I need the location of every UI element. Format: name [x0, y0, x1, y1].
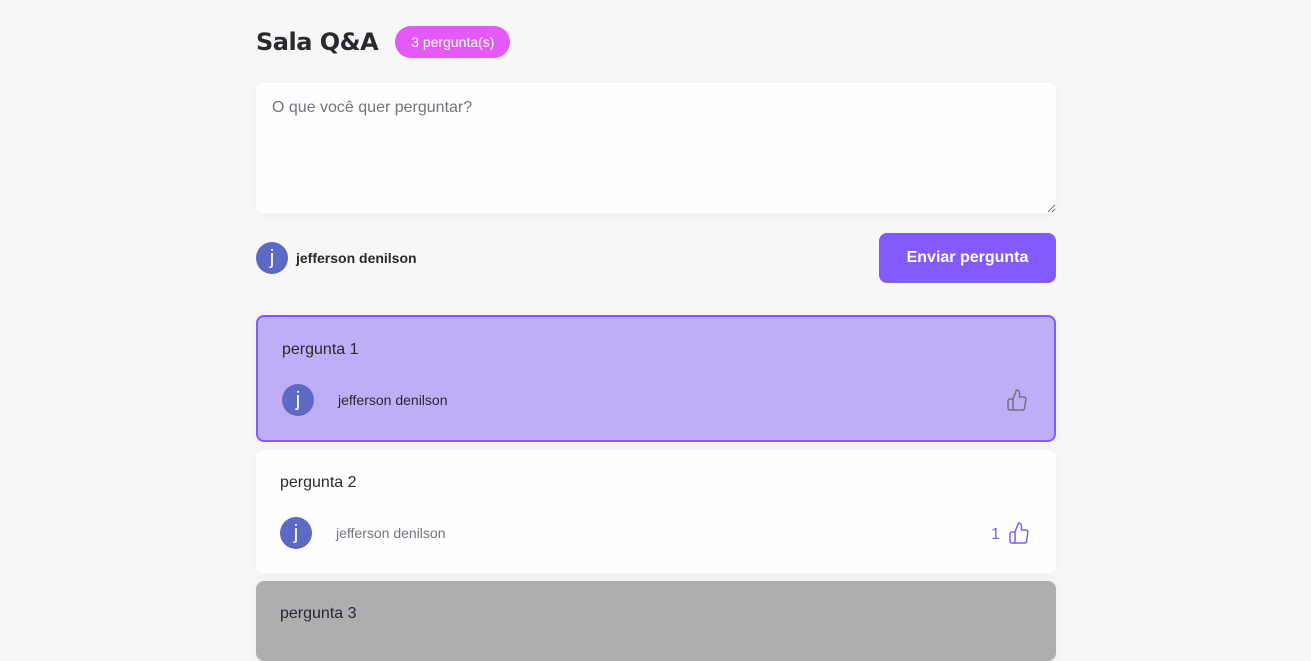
page-title: Sala Q&A: [256, 28, 379, 56]
question-footer: j jefferson denilson: [282, 384, 1030, 416]
question-card-answered: pergunta 3: [256, 581, 1056, 661]
author-name: jefferson denilson: [338, 392, 448, 408]
current-user-info: j jefferson denilson: [256, 242, 417, 274]
question-content: pergunta 1: [282, 341, 359, 358]
like-button[interactable]: 1: [991, 517, 1032, 549]
question-author: j jefferson denilson: [280, 517, 445, 549]
avatar: j: [256, 242, 288, 274]
thumbs-up-icon: [1007, 389, 1027, 411]
room-header: Sala Q&A 3 pergunta(s): [256, 26, 511, 58]
question-input[interactable]: [256, 83, 1056, 213]
question-content: pergunta 3: [280, 605, 357, 622]
question-author: j jefferson denilson: [282, 384, 447, 416]
form-footer: j jefferson denilson Enviar pergunta: [256, 233, 1056, 283]
like-count: 1: [991, 526, 1000, 543]
avatar: j: [282, 384, 314, 416]
question-count-badge: 3 pergunta(s): [395, 26, 511, 58]
avatar: j: [280, 517, 312, 549]
like-button[interactable]: [998, 384, 1030, 416]
question-footer: j jefferson denilson 1: [280, 517, 1032, 549]
send-question-button[interactable]: Enviar pergunta: [879, 233, 1056, 283]
question-card: pergunta 1 j jefferson denilson: [256, 315, 1056, 442]
author-name: jefferson denilson: [336, 525, 446, 541]
question-content: pergunta 2: [280, 474, 357, 491]
question-card: pergunta 2 j jefferson denilson 1: [256, 450, 1056, 573]
user-name: jefferson denilson: [296, 250, 417, 266]
thumbs-up-icon: [1009, 522, 1029, 544]
